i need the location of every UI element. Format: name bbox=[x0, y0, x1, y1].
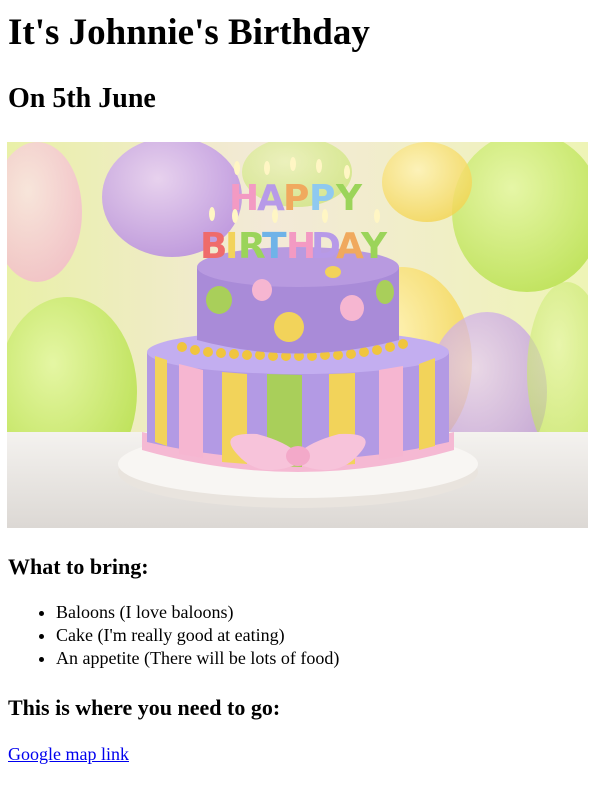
svg-text:A: A bbox=[336, 226, 364, 267]
svg-text:T: T bbox=[262, 226, 287, 267]
svg-text:Y: Y bbox=[335, 178, 363, 219]
list-item: An appetite (There will be lots of food) bbox=[56, 647, 339, 670]
list-item: Cake (I'm really good at eating) bbox=[56, 624, 339, 647]
birthday-cake-image: H A P P Y B I R T H D A Y bbox=[7, 142, 588, 528]
svg-text:A: A bbox=[257, 178, 285, 219]
directions-heading: This is where you need to go: bbox=[8, 695, 281, 720]
cake-illustration: H A P P Y B I R T H D A Y bbox=[7, 142, 588, 528]
event-date: On 5th June bbox=[8, 83, 156, 114]
google-map-link[interactable]: Google map link bbox=[8, 743, 129, 766]
svg-text:P: P bbox=[309, 178, 335, 219]
svg-text:I: I bbox=[225, 226, 238, 267]
page: It's Johnnie's Birthday On 5th June H A … bbox=[0, 0, 592, 764]
what-to-bring-heading: What to bring: bbox=[8, 554, 149, 579]
svg-text:B: B bbox=[200, 226, 227, 267]
svg-text:P: P bbox=[283, 178, 309, 219]
svg-text:Y: Y bbox=[360, 226, 388, 267]
list-item: Baloons (I love baloons) bbox=[56, 601, 339, 624]
bring-list: Baloons (I love baloons) Cake (I'm reall… bbox=[8, 601, 339, 670]
